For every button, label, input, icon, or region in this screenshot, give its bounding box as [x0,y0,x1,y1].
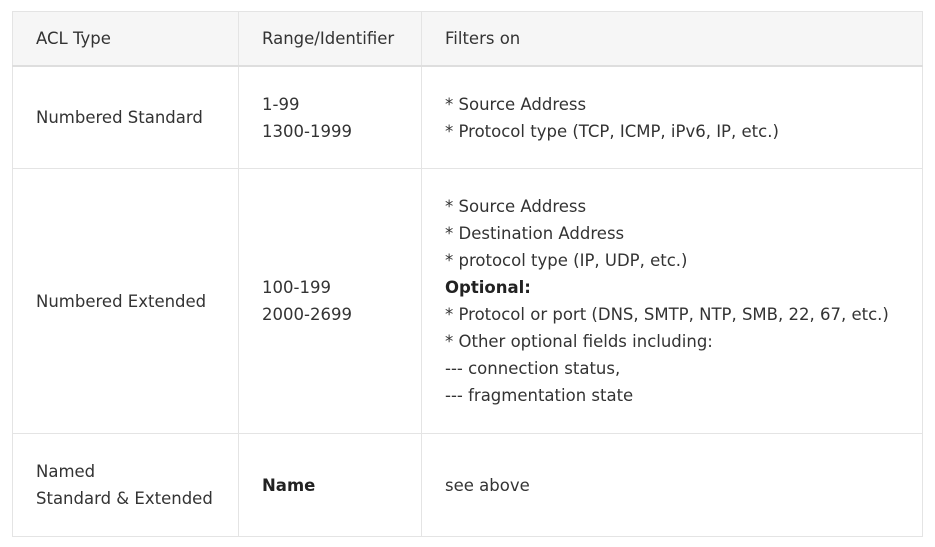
table-row-named: Named Standard & Extended Name see above [12,433,923,537]
cell-range: Name [238,433,422,537]
filter-item: --- fragmentation state [445,386,634,405]
filter-item: --- connection status, [445,359,621,378]
header-range-identifier: Range/Identifier [238,11,422,67]
filter-item: * Source Address [445,94,587,114]
filter-item: see above [445,475,530,495]
range-value: 100-199 [262,278,331,297]
cell-filters: see above [421,433,923,537]
filter-item: * Destination Address [445,224,625,243]
optional-heading: Optional: [445,278,531,297]
header-acl-type: ACL Type [12,11,239,67]
acl-types-table: ACL Type Range/Identifier Filters on Num… [12,11,923,537]
filter-item: * Protocol type (TCP, ICMP, iPv6, IP, et… [445,121,779,141]
cell-range: 100-199 2000-2699 [238,168,422,434]
cell-range: 1-99 1300-1999 [238,65,422,169]
header-filters-on: Filters on [421,11,923,67]
filter-item: * Other optional fields including: [445,332,713,351]
range-value: 2000-2699 [262,305,352,324]
table-row-numbered-standard: Numbered Standard 1-99 1300-1999 * Sourc… [12,65,923,169]
acl-type-text: Named [36,462,96,481]
acl-type-text: Standard & Extended [36,489,213,508]
cell-filters: * Source Address * Protocol type (TCP, I… [421,65,923,169]
table-header-row: ACL Type Range/Identifier Filters on [12,11,923,67]
table-row-numbered-extended: Numbered Extended 100-199 2000-2699 * So… [12,168,923,434]
filter-item: * Protocol or port (DNS, SMTP, NTP, SMB,… [445,305,889,324]
range-value: 1300-1999 [262,121,352,141]
range-value: Name [262,475,316,495]
filter-item: * Source Address [445,197,587,216]
cell-acl-type: Numbered Standard [12,65,239,169]
acl-type-text: Numbered Extended [36,291,207,311]
cell-filters: * Source Address * Destination Address *… [421,168,923,434]
acl-type-text: Numbered Standard [36,108,203,127]
filter-item: * protocol type (IP, UDP, etc.) [445,251,688,270]
range-value: 1-99 [262,94,300,114]
cell-acl-type: Numbered Extended [12,168,239,434]
cell-acl-type: Named Standard & Extended [12,433,239,537]
